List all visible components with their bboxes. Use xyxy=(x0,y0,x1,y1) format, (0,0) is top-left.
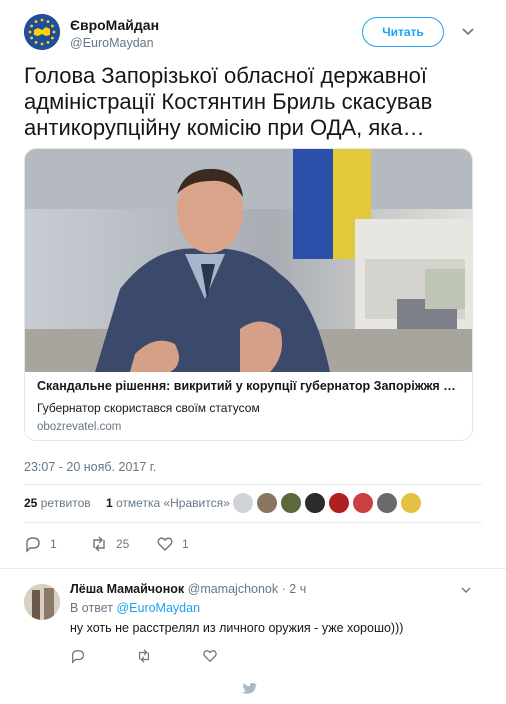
reply-like-button[interactable] xyxy=(202,646,218,666)
reply-retweet-button[interactable] xyxy=(136,646,152,666)
in-reply-prefix: В ответ xyxy=(70,601,113,615)
retweet-button[interactable]: 25 xyxy=(90,534,129,554)
follow-button[interactable]: Читать xyxy=(362,17,444,47)
card-description: Губернатор скористався своїм статусом xyxy=(37,401,260,415)
account-avatar[interactable] xyxy=(24,14,60,50)
retweets-count: 25 xyxy=(24,496,38,510)
retweets-label: ретвитов xyxy=(40,496,91,510)
link-card[interactable]: Скандальне рішення: викритий у корупції … xyxy=(24,148,473,441)
account-handle[interactable]: @EuroMaydan xyxy=(70,36,154,50)
liker-avatar[interactable] xyxy=(256,492,278,514)
liker-avatar[interactable] xyxy=(232,492,254,514)
retweets-stat[interactable]: 25 ретвитов xyxy=(24,496,91,510)
reply-header: Лёша Мамайчонок @mamajchonok · 2 ч xyxy=(70,582,306,596)
twitter-bird-icon xyxy=(241,682,258,694)
reply-author-name[interactable]: Лёша Мамайчонок xyxy=(70,582,184,596)
like-count: 1 xyxy=(182,537,189,551)
tweet-text: Голова Запорізької обласної державної ад… xyxy=(24,63,433,140)
liker-avatar[interactable] xyxy=(400,492,422,514)
tweet-header: ЄвроМайдан @EuroMaydan Читать xyxy=(24,14,484,54)
reply-avatar[interactable] xyxy=(24,584,60,620)
likes-stat[interactable]: 1 отметка «Нравится» xyxy=(106,496,230,510)
caret-down-icon[interactable] xyxy=(461,24,475,38)
caret-down-icon[interactable] xyxy=(460,584,472,596)
likes-count: 1 xyxy=(105,496,113,510)
liker-avatar[interactable] xyxy=(352,492,374,514)
card-title[interactable]: Скандальне рішення: викритий у корупції … xyxy=(37,379,462,393)
divider xyxy=(24,522,482,523)
liker-avatar[interactable] xyxy=(280,492,302,514)
card-image xyxy=(25,149,472,372)
retweet-icon xyxy=(93,536,105,552)
reply-separator: · xyxy=(281,582,286,596)
divider xyxy=(24,484,482,485)
reply-author-handle[interactable]: @mamajchonok xyxy=(188,582,279,596)
like-icon xyxy=(203,650,217,663)
card-domain: obozrevatel.com xyxy=(37,421,122,433)
retweet-icon xyxy=(138,649,150,663)
tweet-timestamp[interactable]: 23:07 - 20 нояб. 2017 г. xyxy=(24,460,156,474)
in-reply-handle-link[interactable]: @EuroMaydan xyxy=(116,601,200,615)
liker-avatar[interactable] xyxy=(328,492,350,514)
divider xyxy=(0,568,506,569)
like-icon xyxy=(157,537,173,551)
in-reply-to: В ответ @EuroMaydan xyxy=(70,601,200,615)
liker-avatar[interactable] xyxy=(304,492,326,514)
reply-time[interactable]: 2 ч xyxy=(289,582,306,596)
like-button[interactable]: 1 xyxy=(156,534,189,554)
tweet-stats: 25 ретвитов 1 отметка «Нравится» xyxy=(24,496,242,510)
reply-reply-button[interactable] xyxy=(70,646,86,666)
reply-icon xyxy=(72,650,84,664)
likes-label: отметка «Нравится» xyxy=(116,496,230,510)
reply-button[interactable]: 1 xyxy=(24,534,57,554)
reply-count: 1 xyxy=(50,537,57,551)
reply-text: ну хоть не расстрелял из личного оружия … xyxy=(70,621,404,635)
account-name[interactable]: ЄвроМайдан xyxy=(70,17,159,33)
reply-icon xyxy=(26,537,40,553)
liker-avatar[interactable] xyxy=(376,492,398,514)
retweet-count: 25 xyxy=(116,537,130,551)
